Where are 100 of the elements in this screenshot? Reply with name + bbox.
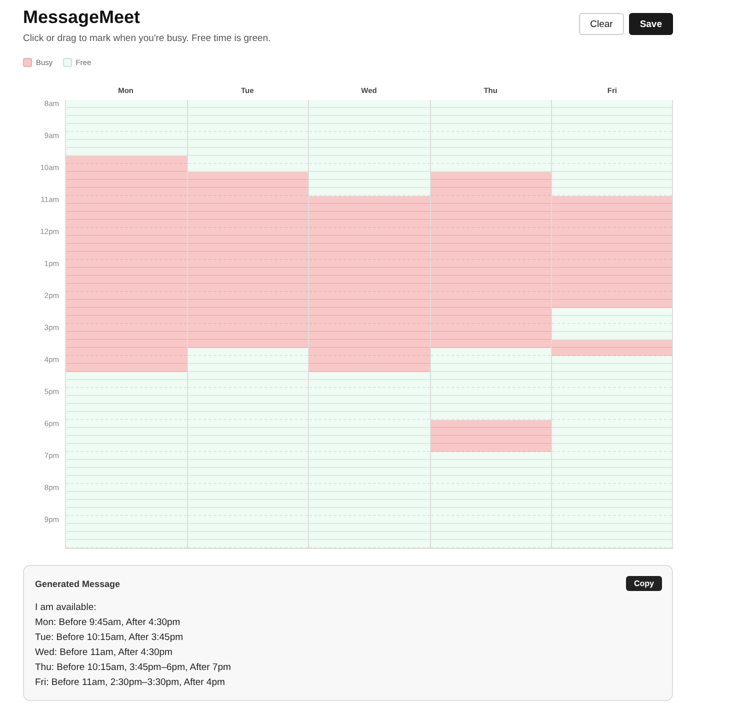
time-slot[interactable] <box>309 276 430 284</box>
copy-button[interactable]: Copy <box>626 576 662 591</box>
time-slot[interactable] <box>309 444 430 452</box>
time-slot[interactable] <box>430 108 552 116</box>
time-slot[interactable] <box>188 428 308 436</box>
time-slot[interactable] <box>552 380 672 388</box>
time-slot[interactable] <box>552 316 672 324</box>
time-slot[interactable] <box>430 252 552 260</box>
clear-button[interactable]: Clear <box>579 13 624 35</box>
time-slot[interactable] <box>309 236 430 244</box>
time-slot[interactable] <box>66 356 187 364</box>
time-slot[interactable] <box>430 396 552 404</box>
time-slot[interactable] <box>552 516 672 524</box>
time-slot[interactable] <box>188 444 308 452</box>
time-slot[interactable] <box>430 508 552 516</box>
time-slot[interactable] <box>188 524 308 532</box>
time-slot[interactable] <box>188 436 308 444</box>
time-slot[interactable] <box>66 268 187 276</box>
time-slot[interactable] <box>309 300 430 308</box>
time-slot[interactable] <box>430 468 552 476</box>
time-slot[interactable] <box>552 484 672 492</box>
time-slot[interactable] <box>552 412 672 420</box>
time-slot[interactable] <box>430 364 552 372</box>
time-slot[interactable] <box>309 220 430 228</box>
time-slot[interactable] <box>430 500 552 508</box>
time-slot[interactable] <box>66 220 187 228</box>
time-slot[interactable] <box>552 212 672 220</box>
time-slot[interactable] <box>188 108 308 116</box>
time-slot[interactable] <box>66 124 187 132</box>
save-button[interactable]: Save <box>628 13 673 35</box>
time-slot[interactable] <box>309 132 430 140</box>
time-slot[interactable] <box>552 436 672 444</box>
time-slot[interactable] <box>430 380 552 388</box>
time-slot[interactable] <box>188 420 308 428</box>
time-slot[interactable] <box>188 100 308 108</box>
time-slot[interactable] <box>188 500 308 508</box>
time-slot[interactable] <box>430 300 552 308</box>
time-slot[interactable] <box>552 100 672 108</box>
time-slot[interactable] <box>309 116 430 124</box>
time-slot[interactable] <box>552 500 672 508</box>
time-slot[interactable] <box>430 292 552 300</box>
time-slot[interactable] <box>552 420 672 428</box>
time-slot[interactable] <box>188 236 308 244</box>
time-slot[interactable] <box>552 268 672 276</box>
time-slot[interactable] <box>188 252 308 260</box>
time-slot[interactable] <box>552 540 672 548</box>
time-slot[interactable] <box>430 180 552 188</box>
time-slot[interactable] <box>430 172 552 180</box>
time-slot[interactable] <box>66 308 187 316</box>
time-slot[interactable] <box>309 100 430 108</box>
time-slot[interactable] <box>430 100 552 108</box>
time-slot[interactable] <box>188 300 308 308</box>
time-slot[interactable] <box>188 148 308 156</box>
time-slot[interactable] <box>66 428 187 436</box>
time-slot[interactable] <box>188 316 308 324</box>
time-slot[interactable] <box>430 324 552 332</box>
time-slot[interactable] <box>552 468 672 476</box>
time-slot[interactable] <box>188 180 308 188</box>
time-slot[interactable] <box>552 452 672 460</box>
time-slot[interactable] <box>309 260 430 268</box>
time-slot[interactable] <box>188 404 308 412</box>
time-slot[interactable] <box>66 524 187 532</box>
time-slot[interactable] <box>66 172 187 180</box>
time-slot[interactable] <box>188 388 308 396</box>
time-slot[interactable] <box>188 196 308 204</box>
time-slot[interactable] <box>309 204 430 212</box>
time-slot[interactable] <box>66 380 187 388</box>
time-slot[interactable] <box>188 364 308 372</box>
time-slot[interactable] <box>66 492 187 500</box>
time-slot[interactable] <box>430 164 552 172</box>
time-slot[interactable] <box>309 316 430 324</box>
time-slot[interactable] <box>309 532 430 540</box>
time-slot[interactable] <box>552 284 672 292</box>
time-slot[interactable] <box>430 212 552 220</box>
time-slot[interactable] <box>309 108 430 116</box>
time-slot[interactable] <box>188 220 308 228</box>
time-slot[interactable] <box>552 404 672 412</box>
time-slot[interactable] <box>309 380 430 388</box>
time-slot[interactable] <box>552 124 672 132</box>
time-slot[interactable] <box>66 532 187 540</box>
time-slot[interactable] <box>66 324 187 332</box>
time-slot[interactable] <box>188 284 308 292</box>
time-slot[interactable] <box>552 476 672 484</box>
time-slot[interactable] <box>430 236 552 244</box>
time-slot[interactable] <box>552 156 672 164</box>
time-slot[interactable] <box>188 164 308 172</box>
time-slot[interactable] <box>430 356 552 364</box>
time-slot[interactable] <box>552 396 672 404</box>
time-slot[interactable] <box>66 452 187 460</box>
time-slot[interactable] <box>66 436 187 444</box>
time-slot[interactable] <box>552 180 672 188</box>
time-slot[interactable] <box>66 108 187 116</box>
time-slot[interactable] <box>430 116 552 124</box>
time-slot[interactable] <box>552 260 672 268</box>
time-slot[interactable] <box>552 300 672 308</box>
time-slot[interactable] <box>188 260 308 268</box>
time-slot[interactable] <box>66 348 187 356</box>
time-slot[interactable] <box>188 172 308 180</box>
time-slot[interactable] <box>66 196 187 204</box>
time-slot[interactable] <box>66 516 187 524</box>
